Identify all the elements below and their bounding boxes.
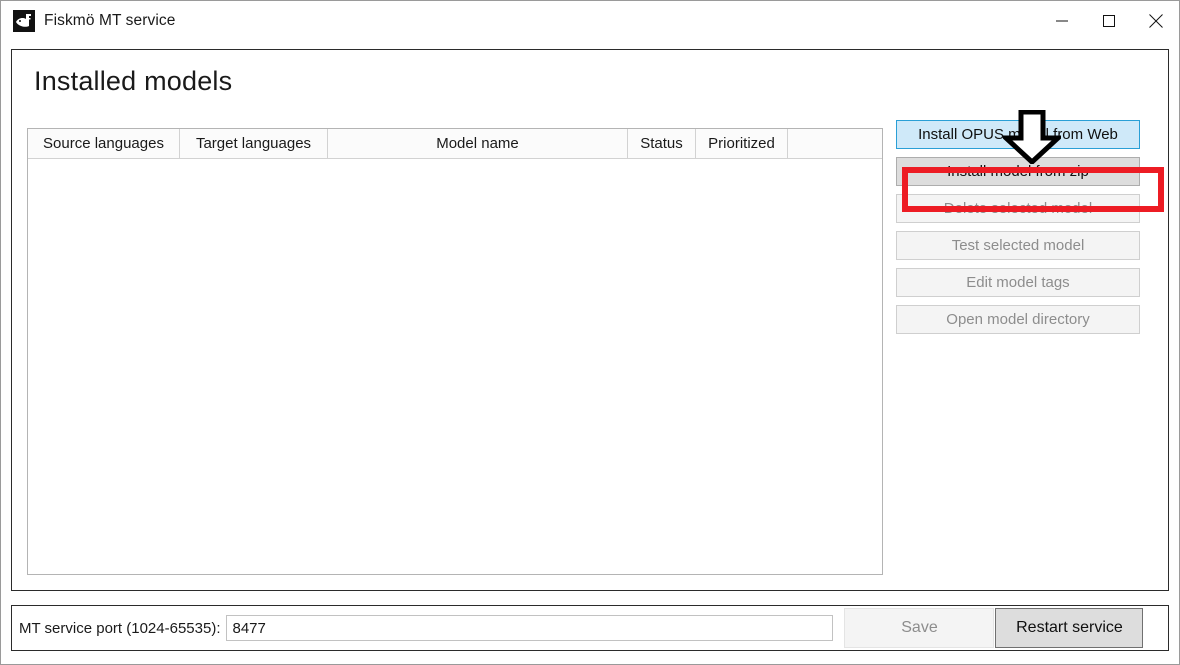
grid-column-header[interactable]: Model name bbox=[328, 129, 628, 158]
save-button[interactable]: Save bbox=[844, 608, 995, 648]
action-button-install-opus-model-from-web[interactable]: Install OPUS model from Web bbox=[896, 120, 1140, 149]
window-controls bbox=[1038, 1, 1179, 41]
port-input[interactable] bbox=[226, 615, 834, 641]
action-button-install-model-from-zip[interactable]: Install model from zip bbox=[896, 157, 1140, 186]
action-button-column: Install OPUS model from Web Install model… bbox=[896, 120, 1142, 342]
fiskmo-logo-icon bbox=[13, 10, 35, 32]
settings-bar: MT service port (1024-65535): Save Resta… bbox=[11, 605, 1169, 651]
page-title: Installed models bbox=[34, 66, 233, 96]
grid-column-header[interactable]: Prioritized bbox=[696, 129, 788, 158]
grid-body[interactable] bbox=[28, 159, 882, 574]
action-button-edit-model-tags: Edit model tags bbox=[896, 268, 1140, 297]
grid-column-header[interactable]: Status bbox=[628, 129, 696, 158]
close-icon[interactable] bbox=[1132, 1, 1179, 41]
maximize-icon[interactable] bbox=[1085, 1, 1132, 41]
action-button-open-model-directory: Open model directory bbox=[896, 305, 1140, 334]
main-panel: Installed models Source languages Target … bbox=[11, 49, 1169, 591]
app-window: Fiskmö MT service Installed models Sourc… bbox=[0, 0, 1180, 665]
action-button-delete-selected-model: Delete selected model bbox=[896, 194, 1140, 223]
grid-column-header[interactable]: Target languages bbox=[180, 129, 328, 158]
grid-header-row: Source languages Target languages Model na… bbox=[28, 129, 882, 159]
window-title: Fiskmö MT service bbox=[44, 12, 176, 29]
grid-column-header[interactable] bbox=[788, 129, 882, 158]
restart-service-button[interactable]: Restart service bbox=[995, 608, 1144, 648]
action-button-test-selected-model: Test selected model bbox=[896, 231, 1140, 260]
port-label: MT service port (1024-65535): bbox=[19, 619, 221, 637]
title-bar: Fiskmö MT service bbox=[1, 1, 1179, 41]
grid-column-header[interactable]: Source languages bbox=[28, 129, 180, 158]
installed-models-grid[interactable]: Source languages Target languages Model na… bbox=[27, 128, 883, 575]
minimize-icon[interactable] bbox=[1038, 1, 1085, 41]
